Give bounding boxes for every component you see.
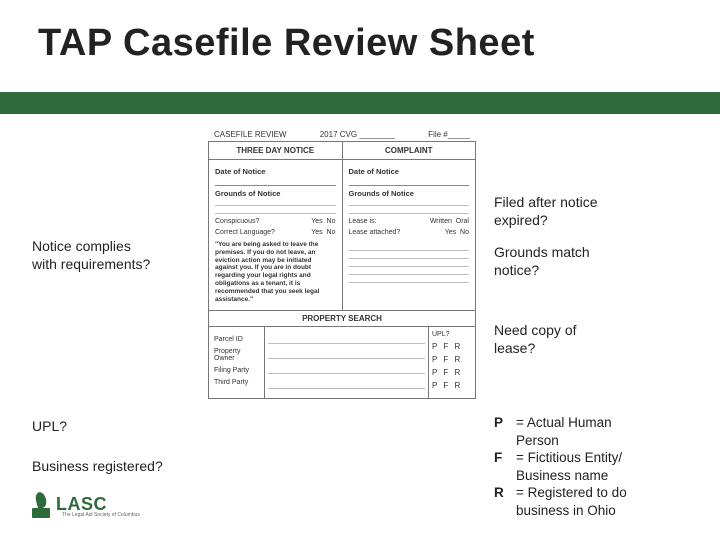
section-header-complaint: COMPLAINT [343,142,476,159]
q-label: Lease is: [349,218,377,225]
no: No [327,218,336,225]
pfr-row: P F R [432,342,472,351]
q-conspicuous: Conspicuous? Yes No [215,218,336,225]
form-header-fileno: File #_____ [428,130,470,139]
anno-notice-complies: Notice complies with requirements? [32,238,150,273]
legend-pfr: P = Actual Human Person F = Fictitious E… [494,414,704,519]
section-header-three-day-notice: THREE DAY NOTICE [209,142,343,159]
lbl-upl: UPL? [432,331,472,338]
text-line: lease? [494,340,535,356]
legend-def-r2: business in Ohio [494,502,704,520]
blank-line [215,178,336,186]
yes: Yes [311,218,322,225]
accent-bar [0,92,720,114]
lbl-date-of-notice-right: Date of Notice [349,167,470,176]
anno-upl: UPL? [32,418,67,436]
blank-line [349,244,470,251]
pfr-row: P F R [432,355,472,364]
section-header-property-search: PROPERTY SEARCH [209,310,475,327]
text-line: Need copy of [494,322,577,338]
lbl-parcel-id: Parcel ID [214,336,259,343]
lbl-property-owner: Property Owner [214,348,259,362]
blank-line [268,382,425,389]
no: No [327,229,336,236]
anno-filed-after: Filed after notice expired? [494,194,598,229]
lbl-date-of-notice-left: Date of Notice [215,167,336,176]
blank-line [349,268,470,275]
legend-key-f: F [494,449,516,467]
legend-key-r: R [494,484,516,502]
text-line: Grounds match [494,244,590,260]
statutory-paragraph: "You are being asked to leave the premis… [215,241,336,303]
col-three-day-notice: Date of Notice Grounds of Notice Conspic… [209,160,343,310]
blank-line [349,252,470,259]
lasc-logo: LASC The Legal Aid Society of Columbus [32,490,107,518]
blank-line [268,352,425,359]
text-line: notice? [494,262,539,278]
blank-line [268,337,425,344]
text-line: Filed after notice [494,194,598,210]
lbl-grounds-of-notice-left: Grounds of Notice [215,189,336,198]
pfr-row: P F R [432,381,472,390]
blank-line [215,199,336,206]
anno-business-registered: Business registered? [32,458,163,476]
blank-line [349,178,470,186]
no: No [460,229,469,236]
lbl-grounds-of-notice-right: Grounds of Notice [349,189,470,198]
blank-line [268,367,425,374]
property-search-body: Parcel ID Property Owner Filing Party Th… [209,327,475,398]
col-complaint: Date of Notice Grounds of Notice Lease i… [343,160,476,310]
opt-oral: Oral [456,218,469,225]
lbl-filing-party: Filing Party [214,367,259,374]
blank-line [349,199,470,206]
casefile-form: CASEFILE REVIEW 2017 CVG ________ File #… [208,130,476,502]
anno-grounds-match: Grounds match notice? [494,244,590,279]
form-header-casefile-review: CASEFILE REVIEW [214,130,286,139]
blank-line [349,207,470,214]
pfr-row: P F R [432,368,472,377]
ps-pfr-column: UPL? P F R P F R P F R P F R [429,327,475,398]
logo-subtext: The Legal Aid Society of Columbus [62,512,140,518]
legend-key-p: P [494,414,516,432]
legend-def-p1: = Actual Human [516,414,612,432]
q-lease-attached: Lease attached? Yes No [349,229,470,236]
legend-def-p2: Person [494,432,704,450]
text-line: expired? [494,212,548,228]
slide: TAP Casefile Review Sheet Notice complie… [0,0,720,540]
yes: Yes [311,229,322,236]
blank-line [349,260,470,267]
q-correct-language: Correct Language? Yes No [215,229,336,236]
opt-written: Written [430,218,452,225]
blank-line [349,276,470,283]
ps-blank-lines [265,327,429,398]
legend-def-r1: = Registered to do [516,484,627,502]
yes: Yes [445,229,456,236]
blank-line [215,207,336,214]
form-header-cvg: 2017 CVG ________ [320,130,395,139]
legend-def-f2: Business name [494,467,704,485]
q-label: Correct Language? [215,229,275,236]
ps-labels: Parcel ID Property Owner Filing Party Th… [209,327,265,398]
lasc-flame-icon [32,490,50,518]
text-line: with requirements? [32,256,150,272]
legend-def-f1: = Fictitious Entity/ [516,449,622,467]
lbl-third-party: Third Party [214,379,259,386]
q-label: Conspicuous? [215,218,259,225]
anno-need-copy: Need copy of lease? [494,322,577,357]
page-title: TAP Casefile Review Sheet [38,22,535,65]
q-label: Lease attached? [349,229,401,236]
q-lease-is: Lease is: Written Oral [349,218,470,225]
text-line: Notice complies [32,238,131,254]
